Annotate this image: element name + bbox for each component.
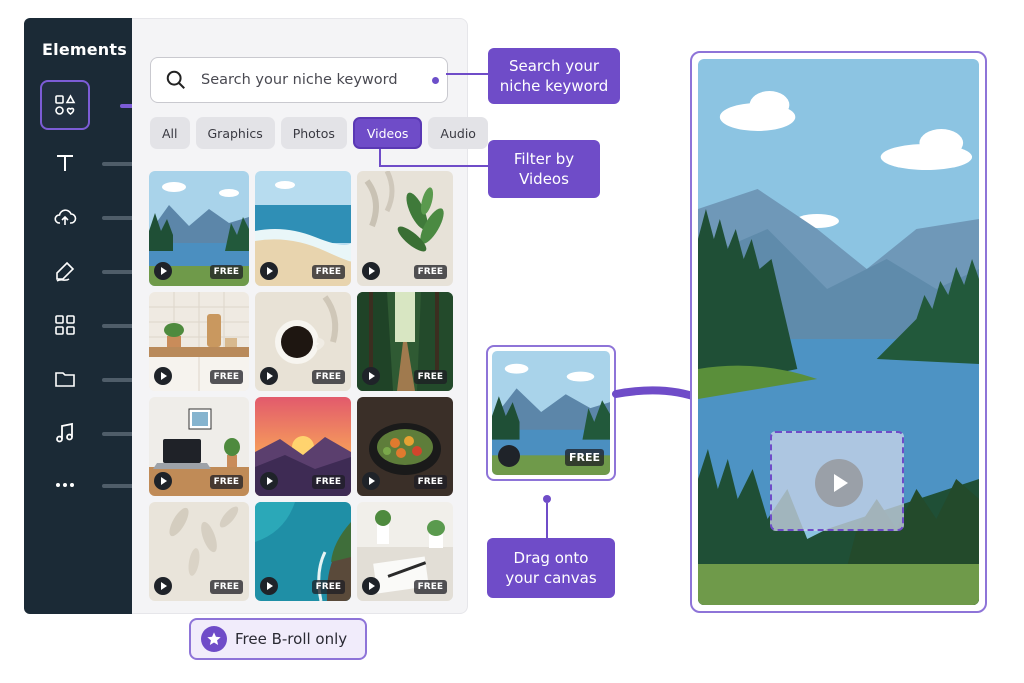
sidebar-item-music[interactable]: [40, 408, 140, 448]
free-badge: FREE: [311, 580, 345, 594]
free-badge: FREE: [413, 580, 447, 594]
filter-chips: All Graphics Photos Videos Audio: [150, 117, 488, 149]
play-icon[interactable]: [154, 577, 172, 595]
callout-search-text: Search your niche keyword: [499, 57, 609, 95]
search-icon: [151, 57, 201, 103]
free-badge: FREE: [564, 449, 604, 466]
callout-filter: Filter by Videos: [488, 140, 600, 198]
video-tile[interactable]: FREE: [149, 397, 249, 496]
search-connector: [446, 73, 488, 75]
sidebar-item-elements[interactable]: [40, 80, 150, 130]
elements-icon: [40, 80, 90, 130]
draw-icon: [40, 246, 90, 296]
play-icon[interactable]: [362, 367, 380, 385]
free-badge: FREE: [311, 475, 345, 489]
filter-videos[interactable]: Videos: [352, 117, 423, 149]
play-icon[interactable]: [260, 577, 278, 595]
folder-icon: [40, 354, 90, 404]
filter-connector-h: [379, 165, 489, 167]
filter-graphics[interactable]: Graphics: [195, 117, 275, 149]
video-tile[interactable]: FREE: [255, 397, 351, 496]
free-badge: FREE: [413, 265, 447, 279]
search-input[interactable]: Search your niche keyword: [201, 72, 398, 88]
video-tile[interactable]: FREE: [149, 171, 249, 286]
sidebar: Elements: [24, 18, 150, 614]
play-icon[interactable]: [154, 262, 172, 280]
play-icon[interactable]: [498, 445, 520, 467]
video-tile[interactable]: FREE: [255, 502, 351, 601]
text-icon: [40, 138, 90, 188]
free-badge: FREE: [209, 475, 243, 489]
filter-audio[interactable]: Audio: [428, 117, 488, 149]
dragged-clip[interactable]: FREE: [486, 345, 616, 481]
canvas-frame: [690, 51, 987, 613]
free-badge: FREE: [209, 370, 243, 384]
video-tile[interactable]: FREE: [149, 502, 249, 601]
play-icon[interactable]: [362, 577, 380, 595]
music-icon: [40, 408, 90, 458]
sidebar-item-text[interactable]: [40, 138, 140, 178]
play-icon[interactable]: [260, 367, 278, 385]
play-icon[interactable]: [260, 262, 278, 280]
elements-panel: Search your niche keyword All Graphics P…: [132, 18, 488, 614]
play-icon[interactable]: [815, 459, 863, 507]
free-badge: FREE: [413, 475, 447, 489]
sidebar-item-more[interactable]: [40, 460, 140, 500]
canvas[interactable]: [698, 59, 979, 605]
video-tile[interactable]: FREE: [357, 397, 453, 496]
callout-search: Search your niche keyword: [488, 48, 620, 104]
free-badge: FREE: [311, 265, 345, 279]
drag-connector-dot: [543, 495, 551, 503]
more-icon: [40, 460, 90, 510]
play-icon[interactable]: [154, 472, 172, 490]
sidebar-item-draw[interactable]: [40, 246, 140, 286]
video-tile[interactable]: FREE: [149, 292, 249, 391]
callout-drag: Drag onto your canvas: [487, 538, 615, 598]
free-badge: FREE: [311, 370, 345, 384]
free-broll-toggle[interactable]: Free B-roll only: [189, 618, 367, 660]
sidebar-item-folder[interactable]: [40, 354, 140, 394]
free-badge: FREE: [209, 265, 243, 279]
upload-icon: [40, 192, 90, 242]
free-badge: FREE: [209, 580, 243, 594]
play-icon[interactable]: [154, 367, 172, 385]
video-tile[interactable]: FREE: [357, 171, 453, 286]
apps-icon: [40, 300, 90, 350]
star-icon: [201, 626, 227, 652]
callout-drag-text: Drag onto your canvas: [505, 549, 597, 587]
drop-zone[interactable]: [770, 431, 904, 531]
play-icon[interactable]: [260, 472, 278, 490]
video-grid: FREE FREE FREE FREE FREE FREE FREE FREE …: [149, 171, 453, 601]
drag-connector: [546, 503, 548, 539]
free-badge: FREE: [413, 370, 447, 384]
video-tile[interactable]: FREE: [357, 292, 453, 391]
filter-photos[interactable]: Photos: [280, 117, 347, 149]
sidebar-item-upload[interactable]: [40, 192, 140, 232]
filter-all[interactable]: All: [150, 117, 190, 149]
search-bar[interactable]: Search your niche keyword: [150, 57, 448, 103]
play-icon[interactable]: [362, 472, 380, 490]
video-tile[interactable]: FREE: [255, 171, 351, 286]
search-connector-dot: [432, 77, 439, 84]
video-tile[interactable]: FREE: [255, 292, 351, 391]
sidebar-title: Elements: [42, 40, 127, 59]
free-broll-label: Free B-roll only: [235, 630, 348, 648]
sidebar-item-apps[interactable]: [40, 300, 140, 340]
video-tile[interactable]: FREE: [357, 502, 453, 601]
play-icon[interactable]: [362, 262, 380, 280]
callout-filter-text: Filter by Videos: [513, 150, 575, 188]
